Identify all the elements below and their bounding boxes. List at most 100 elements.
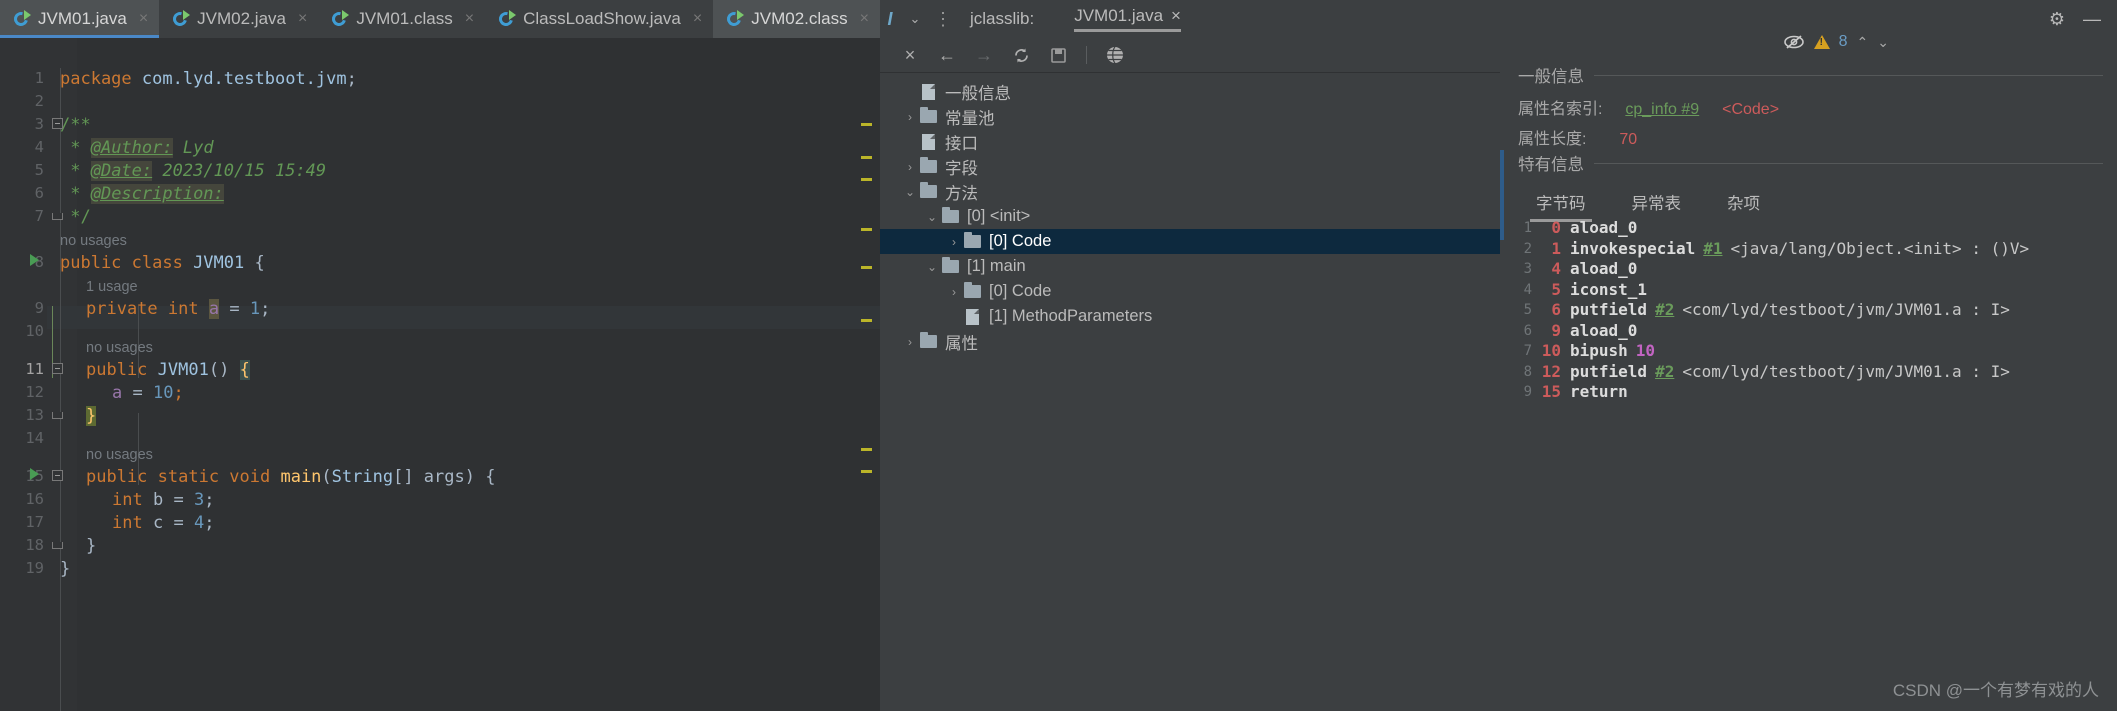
error-stripe[interactable] (861, 156, 872, 159)
next-problem-icon[interactable]: ⌄ (1877, 34, 1889, 51)
error-stripe[interactable] (861, 448, 872, 451)
tree-item-label: [0] <init> (967, 207, 1031, 225)
tree-item-fields[interactable]: › 字段 (880, 154, 1500, 179)
italic-toggle-button[interactable]: I (880, 0, 900, 38)
code-line-13: } (86, 406, 97, 426)
tree-item-constant-pool[interactable]: › 常量池 (880, 104, 1500, 129)
tab-label: JVM01.class (356, 9, 453, 28)
chevron-right-icon[interactable]: › (900, 160, 920, 174)
minimize-icon[interactable]: — (2083, 9, 2101, 30)
tree-item-general-info[interactable]: 一般信息 (880, 79, 1500, 104)
chevron-down-icon[interactable]: ⌄ (922, 260, 942, 274)
gear-icon[interactable]: ⚙ (2049, 9, 2065, 30)
chevron-down-icon[interactable]: ⌄ (900, 0, 930, 38)
tree-item-label: 属性 (945, 334, 978, 353)
code-line-16: int b = 3; (112, 490, 215, 510)
error-stripe[interactable] (861, 178, 872, 181)
constant-pool-ref[interactable]: #2 (1655, 300, 1674, 319)
error-stripe[interactable] (861, 319, 872, 322)
folder-icon (942, 207, 959, 223)
java-file-icon (329, 9, 350, 29)
usage-hint: 1 usage (86, 279, 138, 295)
tree-item-method-parameters[interactable]: [1] MethodParameters (880, 304, 1500, 329)
error-stripe[interactable] (861, 123, 872, 126)
close-icon[interactable]: × (860, 10, 869, 28)
code-line-7: */ (60, 207, 91, 227)
tree-item-label: 方法 (945, 184, 978, 203)
line-number: 5 (34, 161, 44, 179)
tree-item-method-main[interactable]: ⌄ [1] main (880, 254, 1500, 279)
line-number: 18 (25, 536, 44, 554)
code-editor[interactable]: 1 2 3 4 5 6 7 8 9 10 11 12 13 14 15 16 1… (0, 38, 880, 711)
chevron-down-icon[interactable]: ⌄ (900, 185, 920, 199)
folder-icon (964, 282, 981, 298)
inspection-widget[interactable]: 8 ⌃ ⌄ (1783, 33, 1889, 51)
run-class-icon[interactable] (30, 254, 39, 266)
browse-globe-icon[interactable] (1099, 42, 1131, 68)
reader-mode-eye-icon[interactable] (1783, 34, 1805, 50)
tab-label: JVM02.class (751, 9, 848, 28)
tab-jvm02-java[interactable]: JVM02.java × (159, 0, 318, 38)
constant-pool-ref[interactable]: #1 (1703, 239, 1722, 258)
chevron-down-icon[interactable]: ⌄ (922, 210, 942, 224)
close-icon[interactable]: × (693, 10, 702, 28)
close-icon[interactable]: × (1171, 6, 1181, 26)
line-number: 16 (25, 490, 44, 508)
bytecode-line-number: 8 (1523, 363, 1532, 380)
tab-bytecode[interactable]: 字节码 (1530, 186, 1592, 222)
close-icon[interactable]: × (139, 10, 148, 28)
code-line-5: * @Date: 2023/10/15 15:49 (60, 161, 327, 181)
fold-marker-end[interactable] (52, 542, 63, 549)
save-icon[interactable] (1042, 42, 1074, 68)
tree-item-method-init[interactable]: ⌄ [0] <init> (880, 204, 1500, 229)
bytecode-listing[interactable]: 1 0 aload_0 2 1 invokespecial #1 <java/l… (1518, 218, 2117, 403)
fold-marker-collapse[interactable] (52, 363, 63, 374)
tree-item-init-code[interactable]: › [0] Code (880, 229, 1500, 254)
fold-marker-end[interactable] (52, 412, 63, 419)
chevron-right-icon[interactable]: › (944, 285, 964, 299)
error-stripe[interactable] (861, 266, 872, 269)
close-icon[interactable]: × (894, 42, 926, 68)
code-line-18: } (86, 536, 97, 556)
fold-marker-collapse[interactable] (52, 118, 63, 129)
forward-arrow-icon[interactable]: → (968, 42, 1000, 68)
run-method-icon[interactable] (30, 468, 39, 480)
bytecode-descriptor: <com/lyd/testboot/jvm/JVM01.a : I> (1682, 361, 2010, 381)
fold-marker-collapse[interactable] (52, 470, 63, 481)
line-number: 13 (25, 406, 44, 424)
line-number: 12 (25, 383, 44, 401)
tab-jvm02-class[interactable]: JVM02.class × (713, 0, 880, 38)
tab-jvm01-class[interactable]: JVM01.class × (318, 0, 485, 38)
chevron-right-icon[interactable]: › (900, 110, 920, 124)
close-icon[interactable]: × (298, 10, 307, 28)
tree-item-interfaces[interactable]: 接口 (880, 129, 1500, 154)
more-options-icon[interactable]: ⋮ (930, 0, 956, 38)
line-number: 4 (34, 138, 44, 156)
line-number: 6 (34, 184, 44, 202)
bytecode-offset: 4 (1551, 259, 1561, 278)
constant-pool-ref[interactable]: #2 (1655, 362, 1674, 381)
file-icon (922, 133, 935, 150)
error-stripe[interactable] (861, 228, 872, 231)
bytecode-offset: 12 (1541, 361, 1561, 381)
class-structure-tree[interactable]: 一般信息 › 常量池 接口 › 字段 ⌄ 方法 ⌄ [0] <init> › [… (880, 73, 1500, 711)
tab-exception-table[interactable]: 异常表 (1626, 186, 1688, 222)
cp-info-link[interactable]: cp_info #9 (1625, 101, 1699, 118)
chevron-right-icon[interactable]: › (900, 335, 920, 349)
close-icon[interactable]: × (465, 10, 474, 28)
tab-jvm01-java[interactable]: JVM01.java × (0, 0, 160, 38)
tab-misc[interactable]: 杂项 (1721, 186, 1766, 222)
tree-item-main-code[interactable]: › [0] Code (880, 279, 1500, 304)
chevron-right-icon[interactable]: › (944, 235, 964, 249)
prev-problem-icon[interactable]: ⌃ (1857, 34, 1869, 51)
tab-classloadshow-java[interactable]: ClassLoadShow.java × (485, 0, 713, 38)
tree-item-attributes[interactable]: › 属性 (880, 329, 1500, 354)
tree-item-methods[interactable]: ⌄ 方法 (880, 179, 1500, 204)
bytecode-descriptor: <com/lyd/testboot/jvm/JVM01.a : I> (1682, 300, 2010, 319)
reload-icon[interactable] (1005, 42, 1037, 68)
fold-marker-end[interactable] (52, 213, 63, 220)
tab-jclasslib-jvm01-java[interactable]: JVM01.java × (1074, 6, 1181, 32)
back-arrow-icon[interactable]: ← (931, 42, 963, 68)
error-stripe[interactable] (861, 470, 872, 473)
bytecode-line-number: 2 (1523, 240, 1532, 257)
